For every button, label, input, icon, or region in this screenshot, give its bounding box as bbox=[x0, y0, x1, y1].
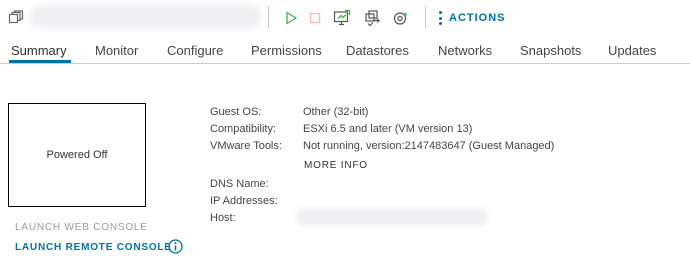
launch-web-console-link: LAUNCH WEB CONSOLE bbox=[15, 222, 148, 233]
tab-configure[interactable]: Configure bbox=[167, 43, 223, 58]
tab-bar: Summary Monitor Configure Permissions Da… bbox=[0, 36, 690, 64]
power-off-icon bbox=[309, 12, 321, 24]
tab-updates[interactable]: Updates bbox=[608, 43, 656, 58]
vmware-tools-value: Not running, version:2147483647 (Guest M… bbox=[303, 140, 555, 152]
tab-summary[interactable]: Summary bbox=[11, 43, 67, 58]
vm-icon bbox=[8, 10, 24, 26]
vertical-ellipsis-icon bbox=[438, 10, 442, 26]
toolbar: ACTIONS bbox=[0, 0, 690, 36]
more-info-link[interactable]: MORE INFO bbox=[304, 160, 368, 171]
active-tab-indicator bbox=[9, 60, 71, 63]
snapshot-button[interactable] bbox=[392, 9, 410, 27]
tab-networks[interactable]: Networks bbox=[438, 43, 492, 58]
power-on-button[interactable] bbox=[282, 9, 300, 27]
actions-menu-button[interactable]: ACTIONS bbox=[438, 9, 506, 27]
info-icon[interactable] bbox=[168, 239, 183, 254]
launch-remote-console-link[interactable]: LAUNCH REMOTE CONSOLE bbox=[15, 242, 172, 253]
power-off-button[interactable] bbox=[306, 9, 324, 27]
power-state-text: Powered Off bbox=[46, 149, 108, 161]
tab-datastores[interactable]: Datastores bbox=[346, 43, 409, 58]
launch-console-icon bbox=[333, 9, 351, 26]
vmware-tools-label: VMware Tools: bbox=[210, 140, 282, 152]
compatibility-value: ESXi 6.5 and later (VM version 13) bbox=[303, 123, 473, 135]
guest-os-value: Other (32-bit) bbox=[303, 106, 369, 118]
migrate-button[interactable] bbox=[364, 9, 382, 27]
console-preview[interactable]: Powered Off bbox=[8, 103, 146, 207]
host-value-redacted bbox=[296, 208, 488, 226]
snapshot-icon bbox=[393, 12, 407, 25]
migrate-icon bbox=[365, 10, 381, 27]
power-on-icon bbox=[286, 11, 297, 25]
tab-monitor[interactable]: Monitor bbox=[95, 43, 138, 58]
toolbar-divider bbox=[425, 6, 426, 28]
vm-name-redacted bbox=[30, 5, 262, 29]
ip-addresses-label: IP Addresses: bbox=[210, 195, 278, 207]
host-label: Host: bbox=[210, 212, 236, 224]
compatibility-label: Compatibility: bbox=[210, 123, 277, 135]
toolbar-divider bbox=[268, 6, 269, 28]
tab-permissions[interactable]: Permissions bbox=[251, 43, 322, 58]
actions-label: ACTIONS bbox=[449, 12, 506, 24]
dns-name-label: DNS Name: bbox=[210, 178, 269, 190]
tab-snapshots[interactable]: Snapshots bbox=[520, 43, 581, 58]
guest-os-label: Guest OS: bbox=[210, 106, 262, 118]
launch-console-button[interactable] bbox=[333, 9, 351, 27]
